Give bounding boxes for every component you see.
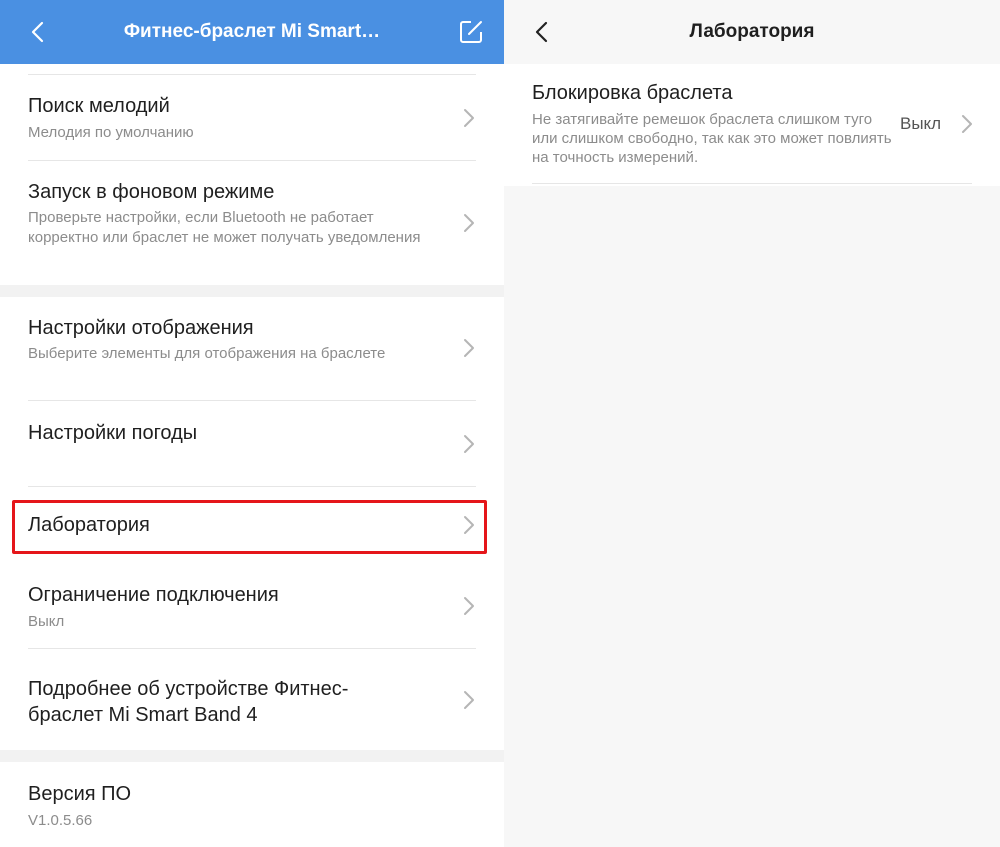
list-item-connection-limit[interactable]: Ограничение подключения Выкл (0, 563, 504, 648)
section-gap (0, 285, 504, 297)
status-value: Выкл (900, 114, 942, 133)
chevron-right-icon (464, 339, 474, 357)
page-title: Фитнес-браслет Mi Smart… (123, 21, 381, 42)
list-item-weather-settings[interactable]: Настройки погоды (0, 401, 504, 486)
list-item-subtitle: Проверьте настройки, если Bluetooth не р… (28, 209, 421, 246)
highlight-box (12, 500, 487, 554)
list-item-title: Настройки погоды (28, 422, 198, 444)
chevron-right-icon (962, 115, 972, 133)
laboratory-screen: Лаборатория Блокировка браслета Не затяг… (504, 0, 1000, 847)
chevron-right-icon (464, 691, 474, 709)
list-item-title: Запуск в фоновом режиме (28, 181, 275, 203)
list-item-title: Ограничение подключения (28, 584, 279, 606)
list-item-subtitle: Мелодия по умолчанию (28, 124, 194, 141)
list-item-title: Подробнее об устройстве Фитнес-браслет M… (28, 678, 349, 726)
chevron-right-icon (464, 214, 474, 232)
list-item-subtitle: V1.0.5.66 (28, 812, 93, 829)
chevron-right-icon (464, 109, 474, 127)
list-item-title: Поиск мелодий (28, 95, 170, 117)
top-app-bar: Лаборатория (504, 0, 1000, 64)
device-settings-screen: Фитнес-браслет Mi Smart… Поиск мелодий М… (0, 0, 504, 847)
edit-icon[interactable] (458, 19, 484, 45)
top-app-bar: Фитнес-браслет Mi Smart… (0, 0, 504, 64)
list-item-title: Блокировка браслета (532, 82, 733, 104)
list-item-title: Версия ПО (28, 783, 132, 805)
section-gap (0, 750, 504, 762)
page-title: Лаборатория (689, 21, 815, 42)
list-item-band-lock[interactable]: Блокировка браслета Не затягивайте ремеш… (504, 64, 1000, 186)
list-item-firmware-version: Версия ПО V1.0.5.66 (0, 762, 504, 847)
chevron-right-icon (464, 597, 474, 615)
list-item-display-settings[interactable]: Настройки отображения Выберите элементы … (0, 297, 504, 400)
list-item-title: Настройки отображения (28, 317, 254, 339)
divider (532, 183, 972, 184)
list-item-ringtone-search[interactable]: Поиск мелодий Мелодия по умолчанию (0, 75, 504, 160)
list-item-subtitle: Выкл (28, 613, 65, 630)
chevron-right-icon (464, 435, 474, 453)
divider (28, 486, 476, 487)
chevron-left-icon[interactable] (24, 18, 52, 46)
list-item-device-info[interactable]: Подробнее об устройстве Фитнес-браслет M… (0, 649, 504, 750)
list-item-subtitle: Не затягивайте ремешок браслета слишком … (532, 111, 892, 166)
list-item-background-mode[interactable]: Запуск в фоновом режиме Проверьте настро… (0, 161, 504, 285)
list-item-subtitle: Выберите элементы для отображения на бра… (28, 345, 386, 362)
